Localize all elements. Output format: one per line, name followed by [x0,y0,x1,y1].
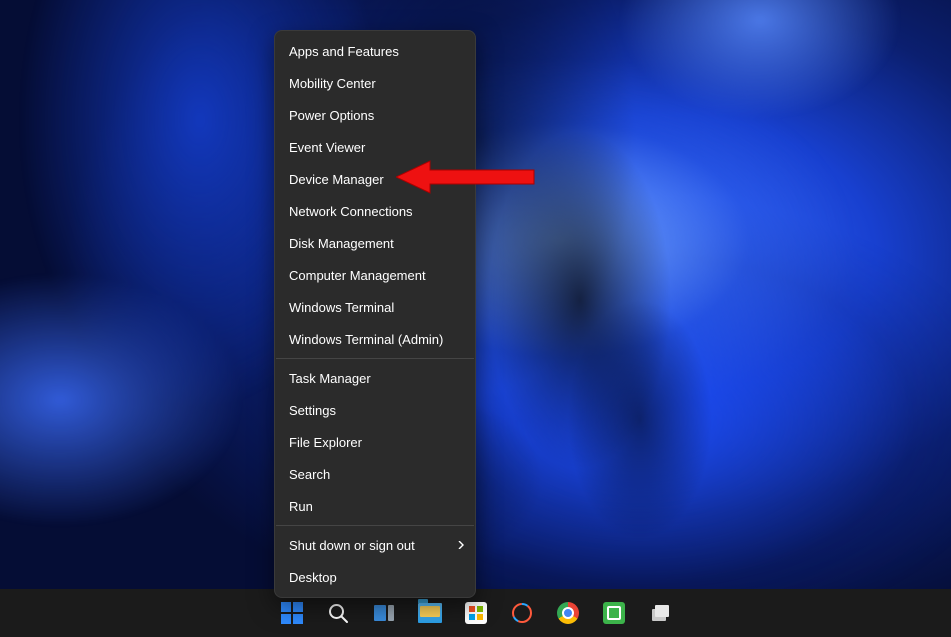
menu-item-label: Run [289,499,313,514]
menu-item-computer-management[interactable]: Computer Management [275,259,475,291]
menu-item-network-connections[interactable]: Network Connections [275,195,475,227]
taskbar [0,589,951,637]
start-button[interactable] [272,593,312,633]
menu-item-apps-and-features[interactable]: Apps and Features [275,35,475,67]
menu-item-label: File Explorer [289,435,362,450]
menu-item-settings[interactable]: Settings [275,394,475,426]
menu-item-label: Event Viewer [289,140,365,155]
menu-item-shut-down-or-sign-out[interactable]: Shut down or sign out [275,529,475,561]
task-view-button[interactable] [364,593,404,633]
search-button[interactable] [318,593,358,633]
menu-item-file-explorer[interactable]: File Explorer [275,426,475,458]
menu-item-task-manager[interactable]: Task Manager [275,362,475,394]
grey-app-icon [648,601,672,625]
windows-logo-icon [281,602,303,624]
menu-item-windows-terminal-admin[interactable]: Windows Terminal (Admin) [275,323,475,355]
menu-item-mobility-center[interactable]: Mobility Center [275,67,475,99]
winx-context-menu: Apps and Features Mobility Center Power Op… [274,30,476,598]
menu-item-windows-terminal[interactable]: Windows Terminal [275,291,475,323]
menu-item-label: Computer Management [289,268,426,283]
folder-icon [418,603,442,623]
menu-item-label: Desktop [289,570,337,585]
chrome-button[interactable] [548,593,588,633]
menu-item-power-options[interactable]: Power Options [275,99,475,131]
menu-item-label: Windows Terminal (Admin) [289,332,443,347]
menu-item-desktop[interactable]: Desktop [275,561,475,593]
file-explorer-button[interactable] [410,593,450,633]
microsoft-store-button[interactable] [456,593,496,633]
menu-item-label: Windows Terminal [289,300,394,315]
app-button-1[interactable] [502,593,542,633]
store-icon [465,602,487,624]
task-view-icon [372,601,396,625]
menu-item-search[interactable]: Search [275,458,475,490]
green-app-icon [603,602,625,624]
menu-item-label: Settings [289,403,336,418]
menu-separator [276,525,474,526]
menu-item-label: Disk Management [289,236,394,251]
menu-item-label: Power Options [289,108,374,123]
menu-item-label: Task Manager [289,371,371,386]
menu-item-label: Search [289,467,330,482]
menu-item-label: Device Manager [289,172,384,187]
search-icon [326,601,350,625]
menu-separator [276,358,474,359]
app-button-3[interactable] [640,593,680,633]
menu-item-label: Network Connections [289,204,413,219]
chevron-right-icon [457,541,465,549]
menu-item-run[interactable]: Run [275,490,475,522]
chrome-icon [557,602,579,624]
menu-item-label: Apps and Features [289,44,399,59]
menu-item-device-manager[interactable]: Device Manager [275,163,475,195]
menu-item-label: Shut down or sign out [289,538,415,553]
menu-item-event-viewer[interactable]: Event Viewer [275,131,475,163]
app-button-2[interactable] [594,593,634,633]
circle-app-icon [510,601,534,625]
menu-item-label: Mobility Center [289,76,376,91]
menu-item-disk-management[interactable]: Disk Management [275,227,475,259]
